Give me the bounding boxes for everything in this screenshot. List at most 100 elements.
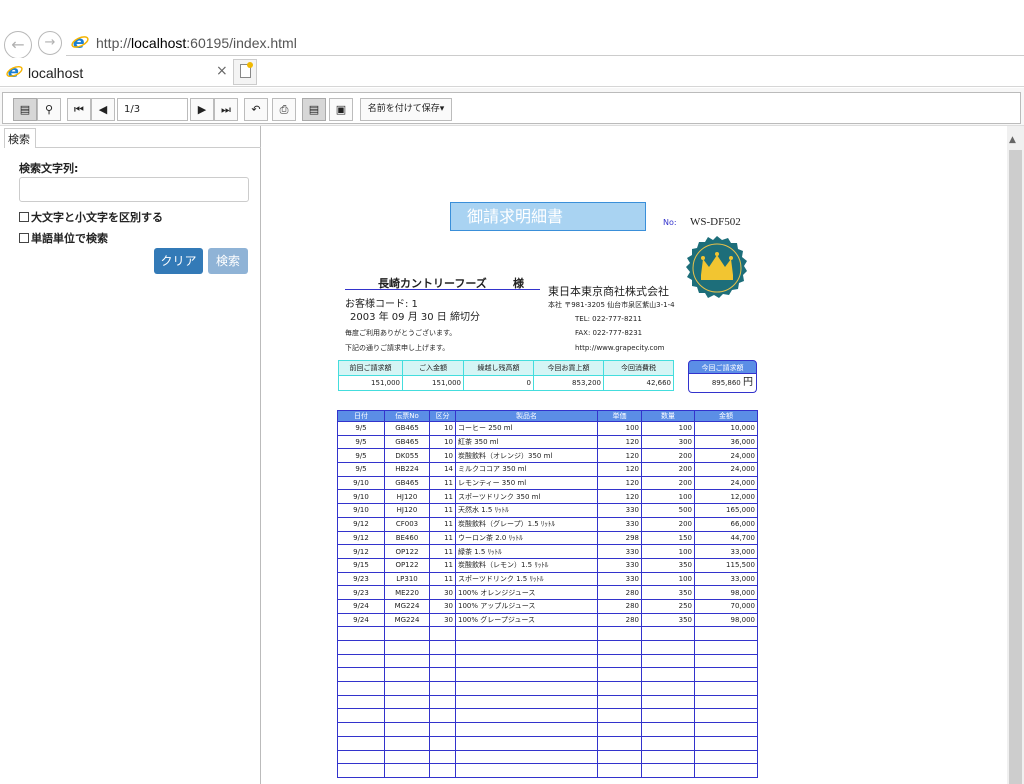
back-button[interactable]: ← [4,31,32,59]
whole-word-checkbox[interactable]: 単語単位で検索 [19,230,108,246]
table-cell: 100 [597,421,642,436]
table-cell [455,626,598,641]
table-cell: 9/12 [337,544,385,559]
table-row: 9/23 LP310 11 スポーツドリンク 1.5 ﾘｯﾄﾙ 330 100 33,000 [337,571,758,587]
continuous-view-button[interactable]: ▣ [329,98,353,121]
tab-search[interactable]: 検索 [4,128,36,148]
scroll-up-icon[interactable]: ▲ [1009,135,1016,145]
table-cell [384,667,430,683]
table-cell: 120 [597,434,642,450]
table-cell [429,694,456,710]
save-as-dropdown[interactable]: 名前を付けて保存▾ [360,98,452,121]
table-cell [597,749,642,765]
table-cell: 11 [429,516,456,532]
table-cell [597,667,642,683]
table-cell [455,708,598,724]
table-cell: 200 [641,475,695,491]
table-cell: スポーツドリンク 1.5 ﾘｯﾄﾙ [455,571,598,587]
table-cell: 9/24 [337,598,385,614]
search-tool-button[interactable]: ⚲ [37,98,61,121]
table-cell [337,681,385,696]
current-billing-value: 895,860 [711,379,741,387]
table-cell [694,653,758,669]
clear-button[interactable]: クリア [154,248,203,274]
table-row: 9/12 CF003 11 炭酸飲料（グレープ）1.5 ﾘｯﾄﾙ 330 200 66,00… [337,516,758,532]
table-cell [337,640,385,655]
detail-header-cell: 金額 [694,410,758,422]
table-cell: 250 [641,598,695,614]
company-name: 東日本東京商社株式会社 [548,285,669,298]
table-row: 9/12 OP122 11 緑茶 1.5 ﾘｯﾄﾙ 330 100 33,000 [337,544,758,559]
empty-table-row [337,626,758,641]
prev-page-button[interactable]: ◀ [91,98,115,121]
single-page-view-button[interactable]: ▤ [302,98,326,121]
table-row: 9/12 BE460 11 ウーロン茶 2.0 ﾘｯﾄﾙ 298 150 44,700 [337,530,758,546]
table-cell [384,708,430,724]
table-cell [641,667,695,683]
table-cell: OP122 [384,557,430,573]
table-cell: 9/10 [337,489,385,505]
url-field[interactable]: http://localhost:60195/index.html [96,35,297,51]
table-cell [337,653,385,669]
search-input[interactable] [19,177,249,202]
empty-table-row [337,640,758,655]
new-tab-star-icon [247,62,253,68]
match-case-checkbox[interactable]: 大文字と小文字を区別する [19,209,163,225]
table-cell: 9/12 [337,530,385,546]
empty-table-row [337,735,758,751]
table-cell [337,708,385,724]
whole-word-label: 単語単位で検索 [31,232,108,245]
table-cell [429,722,456,737]
table-cell [337,626,385,641]
table-cell: 120 [597,475,642,491]
print-button[interactable]: ⎙ [272,98,296,121]
last-page-button[interactable]: ⏭ [214,98,238,121]
page-number-input[interactable]: 1/3 [117,98,188,121]
table-cell [694,681,758,696]
first-page-button[interactable]: ⏮ [67,98,91,121]
empty-table-row [337,667,758,683]
table-cell [337,763,385,778]
detail-header-cell: 製品名 [455,410,598,422]
table-row: 9/24 MG224 30 100% アップルジュース 280 250 70,000 [337,598,758,614]
table-cell [429,749,456,765]
next-page-button[interactable]: ▶ [190,98,214,121]
table-cell [455,640,598,655]
forward-button[interactable]: → [38,31,62,55]
table-cell [455,722,598,737]
table-cell: 11 [429,544,456,559]
table-cell [641,653,695,669]
table-cell: 100% アップルジュース [455,598,598,614]
table-cell [597,735,642,751]
table-cell: 350 [641,585,695,600]
table-cell: 炭酸飲料（グレープ）1.5 ﾘｯﾄﾙ [455,516,598,532]
table-cell: 120 [597,462,642,477]
table-cell: DK055 [384,448,430,464]
table-row: 9/10 GB465 11 レモンティー 350 ml 120 200 24,000 [337,475,758,491]
empty-table-row [337,653,758,669]
table-cell: 9/5 [337,448,385,464]
scrollbar-thumb[interactable] [1009,150,1022,784]
summary-header-cell: 今回お買上額 [533,360,604,376]
detail-header-cell: 単価 [597,410,642,422]
table-cell [694,763,758,778]
search-button[interactable]: 検索 [208,248,248,274]
tab-close-icon[interactable]: × [216,63,228,79]
table-cell [641,626,695,641]
table-row: 9/23 ME220 30 100% オレンジジュース 280 350 98,000 [337,585,758,600]
toggle-sidebar-button[interactable]: ▤ [13,98,37,121]
table-cell: 24,000 [694,448,758,464]
table-cell: 24,000 [694,475,758,491]
table-cell [694,735,758,751]
checkbox-box[interactable] [19,212,29,222]
table-cell: 300 [641,434,695,450]
match-case-label: 大文字と小文字を区別する [31,211,163,224]
tab-divider [0,86,1024,87]
back-to-parent-button[interactable]: ↶ [244,98,268,121]
summary-header-cell: 繰越し残高額 [463,360,534,376]
table-cell [384,749,430,765]
checkbox-box[interactable] [19,233,29,243]
table-cell: 330 [597,503,642,518]
table-cell [384,681,430,696]
svg-text:e: e [73,33,85,51]
